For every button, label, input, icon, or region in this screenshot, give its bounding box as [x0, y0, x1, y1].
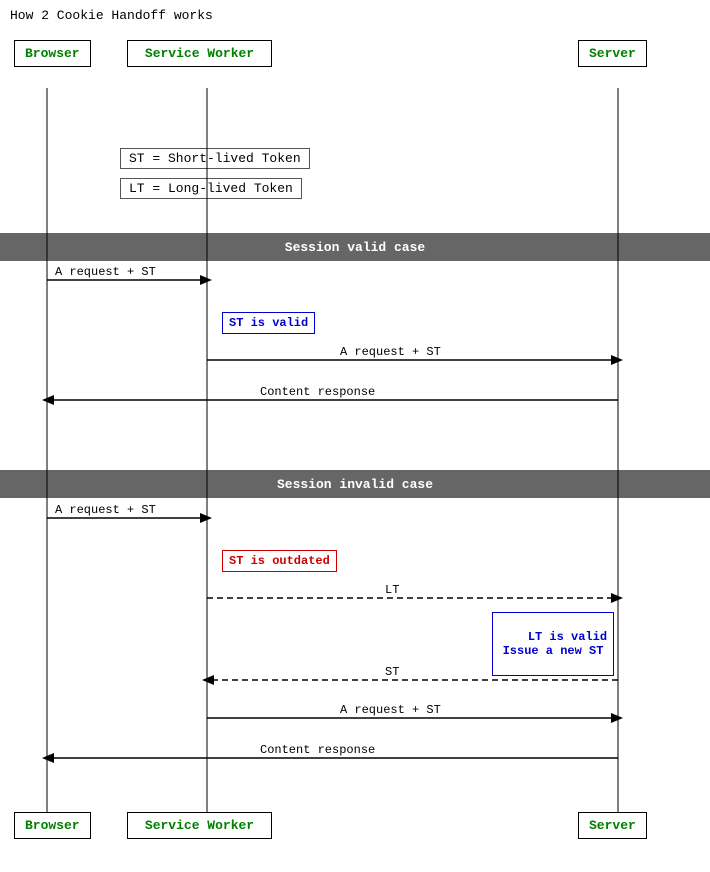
- actor-service-worker-bottom: Service Worker: [127, 812, 272, 839]
- actor-browser-top: Browser: [14, 40, 91, 67]
- svg-text:A request + ST: A request + ST: [55, 265, 156, 279]
- diagram: How 2 Cookie Handoff works Browser Servi…: [0, 0, 710, 872]
- note-lt: LT = Long-lived Token: [120, 178, 302, 199]
- note-st-invalid: ST is outdated: [222, 550, 337, 572]
- svg-text:ST: ST: [385, 665, 399, 679]
- svg-text:A request + ST: A request + ST: [55, 503, 156, 517]
- svg-text:LT: LT: [385, 583, 399, 597]
- svg-text:Content response: Content response: [260, 743, 375, 757]
- actor-server-bottom: Server: [578, 812, 647, 839]
- diagram-title: How 2 Cookie Handoff works: [10, 8, 213, 23]
- svg-text:Content response: Content response: [260, 385, 375, 399]
- svg-text:A request + ST: A request + ST: [340, 345, 441, 359]
- diagram-svg: A request + ST A request + ST Content re…: [0, 0, 710, 872]
- note-st: ST = Short-lived Token: [120, 148, 310, 169]
- note-st-valid: ST is valid: [222, 312, 315, 334]
- actor-browser-bottom: Browser: [14, 812, 91, 839]
- svg-text:A request + ST: A request + ST: [340, 703, 441, 717]
- section-invalid: Session invalid case: [0, 470, 710, 498]
- section-valid: Session valid case: [0, 233, 710, 261]
- note-server-lt-valid: LT is valid Issue a new ST: [492, 612, 614, 676]
- actor-service-worker-top: Service Worker: [127, 40, 272, 67]
- actor-server-top: Server: [578, 40, 647, 67]
